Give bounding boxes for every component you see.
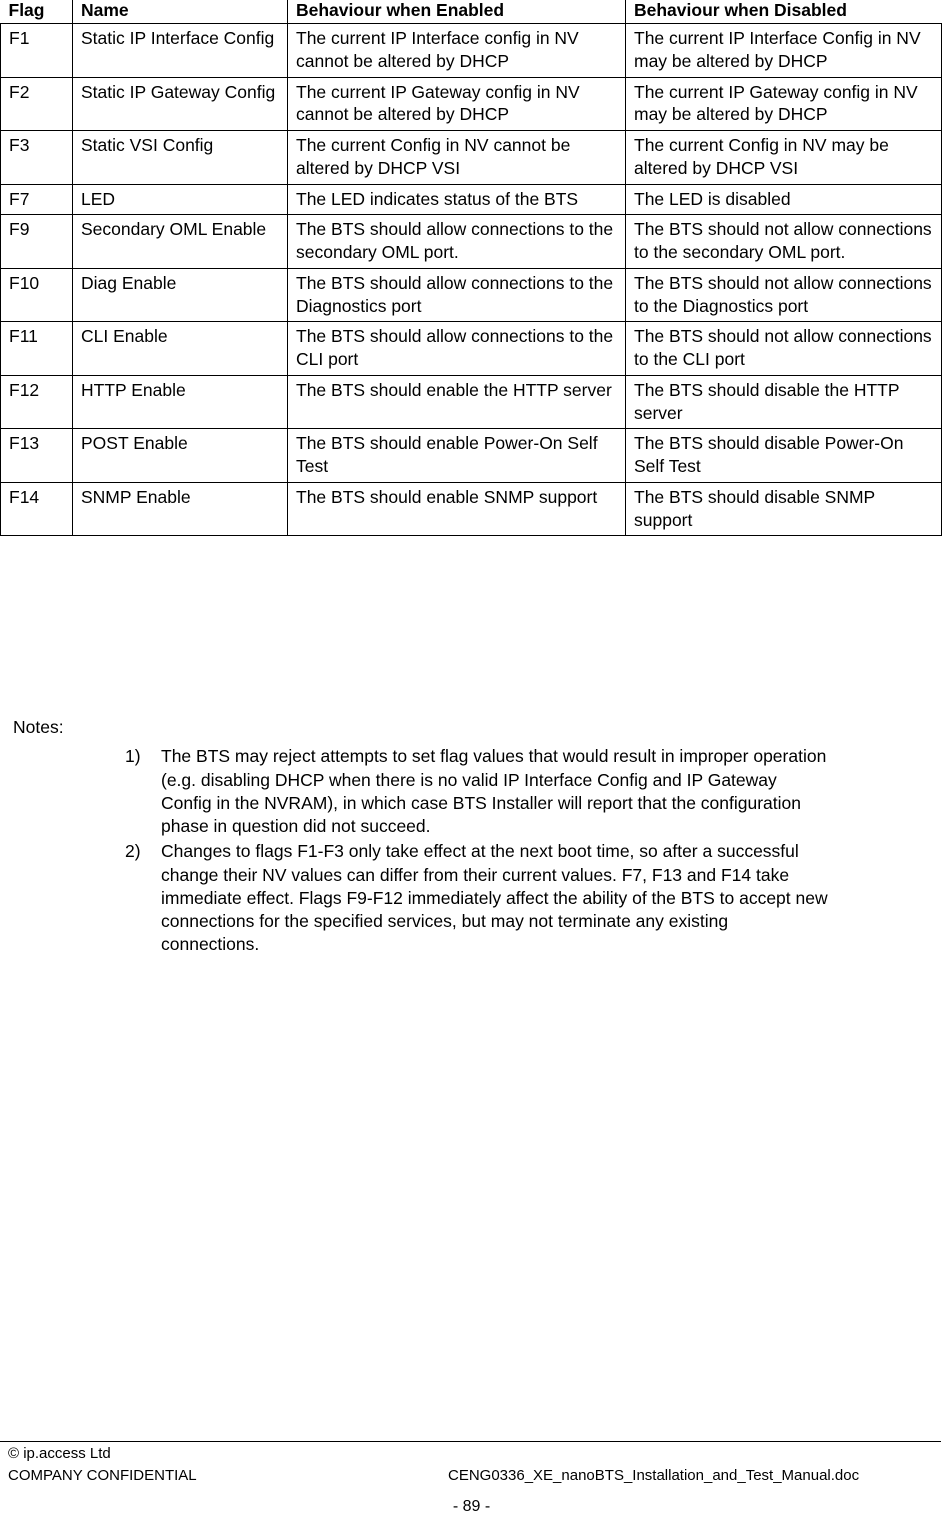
table-row: F3 Static VSI Config The current Config … [0,130,942,185]
cell-flag: F10 [0,267,73,323]
cell-name: Diag Enable [72,267,288,323]
table-header: Flag Name Behaviour when Enabled Behavio… [0,0,942,25]
cell-name: SNMP Enable [72,481,288,537]
table-row: F12 HTTP Enable The BTS should enable th… [0,374,942,430]
table-row: F9 Secondary OML Enable The BTS should a… [0,214,942,269]
cell-flag: F9 [0,214,73,269]
footer-confidentiality: COMPANY CONFIDENTIAL [8,1467,197,1484]
footer-line-2: COMPANY CONFIDENTIAL CENG0336_XE_nanoBTS… [0,1466,943,1486]
note-marker: 1) [125,746,141,767]
cell-flag: F11 [0,321,73,376]
cell-disabled: The BTS should not allow connections to … [625,321,942,376]
note-item: 2) Changes to flags F1-F3 only take effe… [125,840,831,956]
cell-enabled: The BTS should allow connections to the … [287,214,626,269]
footer-copyright: © ip.access Ltd [8,1445,111,1462]
table-body: F1 Static IP Interface Config The curren… [0,23,942,537]
table-row: F10 Diag Enable The BTS should allow con… [0,267,942,323]
cell-disabled: The current IP Interface Config in NV ma… [625,23,942,78]
column-header-enabled: Behaviour when Enabled [287,0,626,25]
table-row: F14 SNMP Enable The BTS should enable SN… [0,481,942,537]
cell-flag: F12 [0,374,73,430]
notes-label: Notes: [13,717,64,737]
cell-enabled: The BTS should allow connections to the … [287,321,626,376]
column-header-disabled: Behaviour when Disabled [625,0,942,25]
cell-flag: F2 [0,76,73,132]
cell-disabled: The current IP Gateway config in NV may … [625,76,942,132]
cell-disabled: The BTS should disable SNMP support [625,481,942,537]
cell-flag: F7 [0,183,73,216]
cell-enabled: The current Config in NV cannot be alter… [287,130,626,185]
column-header-name: Name [72,0,288,25]
cell-disabled: The BTS should not allow connections to … [625,214,942,269]
cell-name: Static VSI Config [72,130,288,185]
footer-document-name: CENG0336_XE_nanoBTS_Installation_and_Tes… [448,1467,860,1484]
table-row: F1 Static IP Interface Config The curren… [0,23,942,78]
cell-enabled: The BTS should enable SNMP support [287,481,626,537]
cell-disabled: The BTS should disable Power-On Self Tes… [625,428,942,483]
table-row: F11 CLI Enable The BTS should allow conn… [0,321,942,376]
flags-table: Flag Name Behaviour when Enabled Behavio… [0,0,942,537]
cell-flag: F13 [0,428,73,483]
note-text: The BTS may reject attempts to set flag … [161,746,827,837]
cell-disabled: The BTS should not allow connections to … [625,267,942,323]
cell-flag: F14 [0,481,73,537]
cell-flag: F3 [0,130,73,185]
cell-disabled: The current Config in NV may be altered … [625,130,942,185]
cell-enabled: The BTS should enable the HTTP server [287,374,626,430]
cell-name: HTTP Enable [72,374,288,430]
page-footer: © ip.access Ltd COMPANY CONFIDENTIAL CEN… [0,1441,943,1486]
cell-name: POST Enable [72,428,288,483]
cell-disabled: The LED is disabled [625,183,942,216]
cell-enabled: The BTS should allow connections to the … [287,267,626,323]
cell-enabled: The BTS should enable Power-On Self Test [287,428,626,483]
footer-line-1: © ip.access Ltd [0,1444,943,1464]
cell-disabled: The BTS should disable the HTTP server [625,374,942,430]
notes-section: Notes: 1) The BTS may reject attempts to… [0,716,943,959]
table-row: F7 LED The LED indicates status of the B… [0,183,942,216]
cell-name: CLI Enable [72,321,288,376]
column-header-flag: Flag [0,0,73,25]
note-marker: 2) [125,841,141,862]
cell-flag: F1 [0,23,73,78]
cell-enabled: The LED indicates status of the BTS [287,183,626,216]
page-number: - 89 - [452,1498,491,1515]
cell-enabled: The current IP Gateway config in NV cann… [287,76,626,132]
notes-list: 1) The BTS may reject attempts to set fl… [0,745,943,956]
table-header-row: Flag Name Behaviour when Enabled Behavio… [0,0,942,25]
table-row: F13 POST Enable The BTS should enable Po… [0,428,942,483]
cell-name: Static IP Gateway Config [72,76,288,132]
note-item: 1) The BTS may reject attempts to set fl… [125,745,831,838]
footer-divider [0,1441,941,1442]
note-text: Changes to flags F1-F3 only take effect … [161,841,828,955]
cell-name: Static IP Interface Config [72,23,288,78]
cell-name: Secondary OML Enable [72,214,288,269]
table-row: F2 Static IP Gateway Config The current … [0,76,942,132]
cell-enabled: The current IP Interface config in NV ca… [287,23,626,78]
cell-name: LED [72,183,288,216]
